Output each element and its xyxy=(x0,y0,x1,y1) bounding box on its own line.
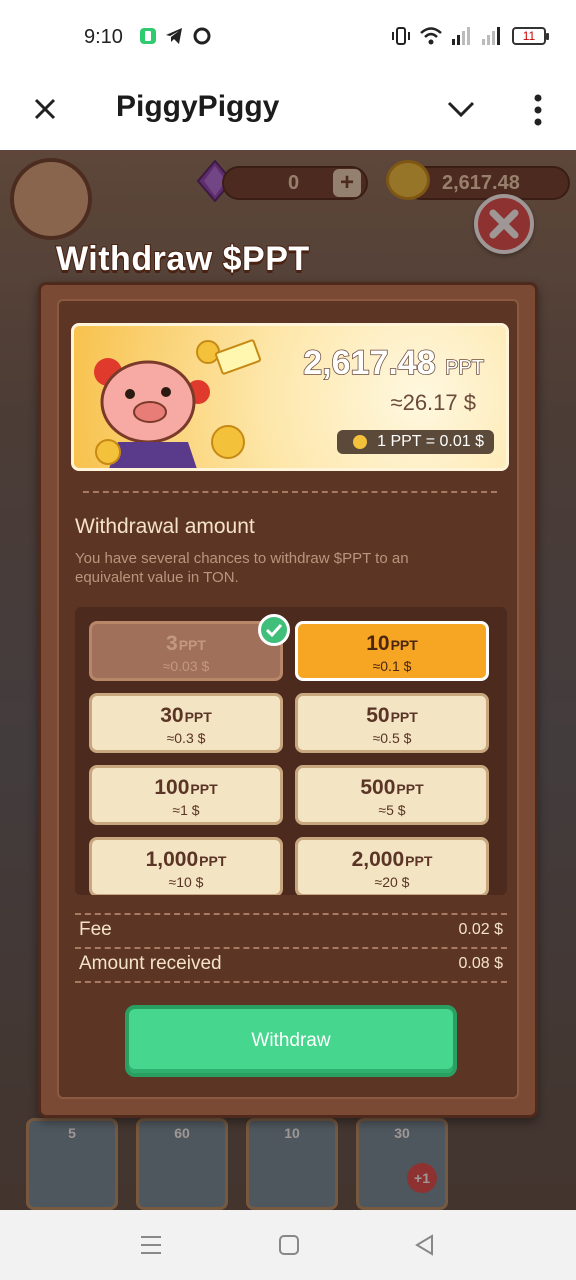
amount-option-50[interactable]: 50PPT ≈0.5 $ xyxy=(295,693,489,753)
balance-banner: 2,617.48 PPT ≈26.17 $ 1 PPT = 0.01 $ xyxy=(71,323,509,471)
divider xyxy=(75,981,507,983)
vibrate-icon xyxy=(392,27,410,45)
amount-options-grid[interactable]: 3PPT ≈0.03 $ 10PPT ≈0.1 $ 30PPT ≈0.3 $ 5… xyxy=(75,607,507,895)
status-bar: 9:10 11 xyxy=(0,0,576,76)
home-icon[interactable] xyxy=(276,1232,302,1258)
withdraw-modal: 2,617.48 PPT ≈26.17 $ 1 PPT = 0.01 $ Wit… xyxy=(38,282,538,1118)
withdrawal-description: You have several chances to withdraw $PP… xyxy=(75,550,409,586)
received-label: Amount received xyxy=(79,953,222,974)
exchange-rate-pill: 1 PPT = 0.01 $ xyxy=(337,430,494,454)
withdraw-button[interactable]: Withdraw xyxy=(125,1005,457,1077)
status-time: 9:10 xyxy=(84,26,123,48)
amount-option-500[interactable]: 500PPT ≈5 $ xyxy=(295,765,489,825)
divider xyxy=(75,947,507,949)
received-row: Amount received 0.08 $ xyxy=(79,953,503,983)
close-icon[interactable] xyxy=(28,92,62,126)
telegram-icon xyxy=(166,28,182,44)
withdrawal-amount-label: Withdrawal amount xyxy=(75,515,255,538)
chevron-down-icon[interactable] xyxy=(444,94,478,124)
amount-option-3[interactable]: 3PPT ≈0.03 $ xyxy=(89,614,290,681)
amount-option-2000[interactable]: 2,000PPT ≈20 $ xyxy=(295,837,489,895)
check-icon xyxy=(258,614,290,646)
wifi-icon xyxy=(420,27,442,45)
signal-icon xyxy=(452,27,470,45)
fee-value: 0.02 $ xyxy=(458,921,503,938)
system-nav-bar xyxy=(0,1210,576,1280)
divider xyxy=(75,913,507,915)
received-value: 0.08 $ xyxy=(458,955,503,972)
app-title: PiggyPiggy xyxy=(116,90,280,123)
amount-option-30[interactable]: 30PPT ≈0.3 $ xyxy=(89,693,283,753)
fee-label: Fee xyxy=(79,919,112,940)
sync-icon xyxy=(193,27,211,45)
amount-option-10[interactable]: 10PPT ≈0.1 $ xyxy=(295,621,489,681)
amount-option-1000[interactable]: 1,000PPT ≈10 $ xyxy=(89,837,283,895)
divider xyxy=(83,491,497,493)
amount-option-100[interactable]: 100PPT ≈1 $ xyxy=(89,765,283,825)
pig-coin-icon xyxy=(353,435,368,449)
back-icon[interactable] xyxy=(412,1232,438,1258)
signal-icon-2 xyxy=(482,27,500,45)
menu-icon[interactable] xyxy=(138,1232,164,1258)
modal-title: Withdraw $PPT xyxy=(55,239,310,279)
app-bar: PiggyPiggy xyxy=(0,76,576,150)
battery-indicator: 11 xyxy=(512,27,549,45)
status-right-icons: 11 xyxy=(392,26,549,46)
usd-balance: ≈26.17 $ xyxy=(390,390,476,415)
fee-row: Fee 0.02 $ xyxy=(79,919,503,949)
more-vert-icon[interactable] xyxy=(528,90,548,130)
battery-saver-icon xyxy=(140,28,156,44)
ppt-balance: 2,617.48 PPT xyxy=(303,343,485,383)
pig-mascot-icon xyxy=(94,339,261,468)
